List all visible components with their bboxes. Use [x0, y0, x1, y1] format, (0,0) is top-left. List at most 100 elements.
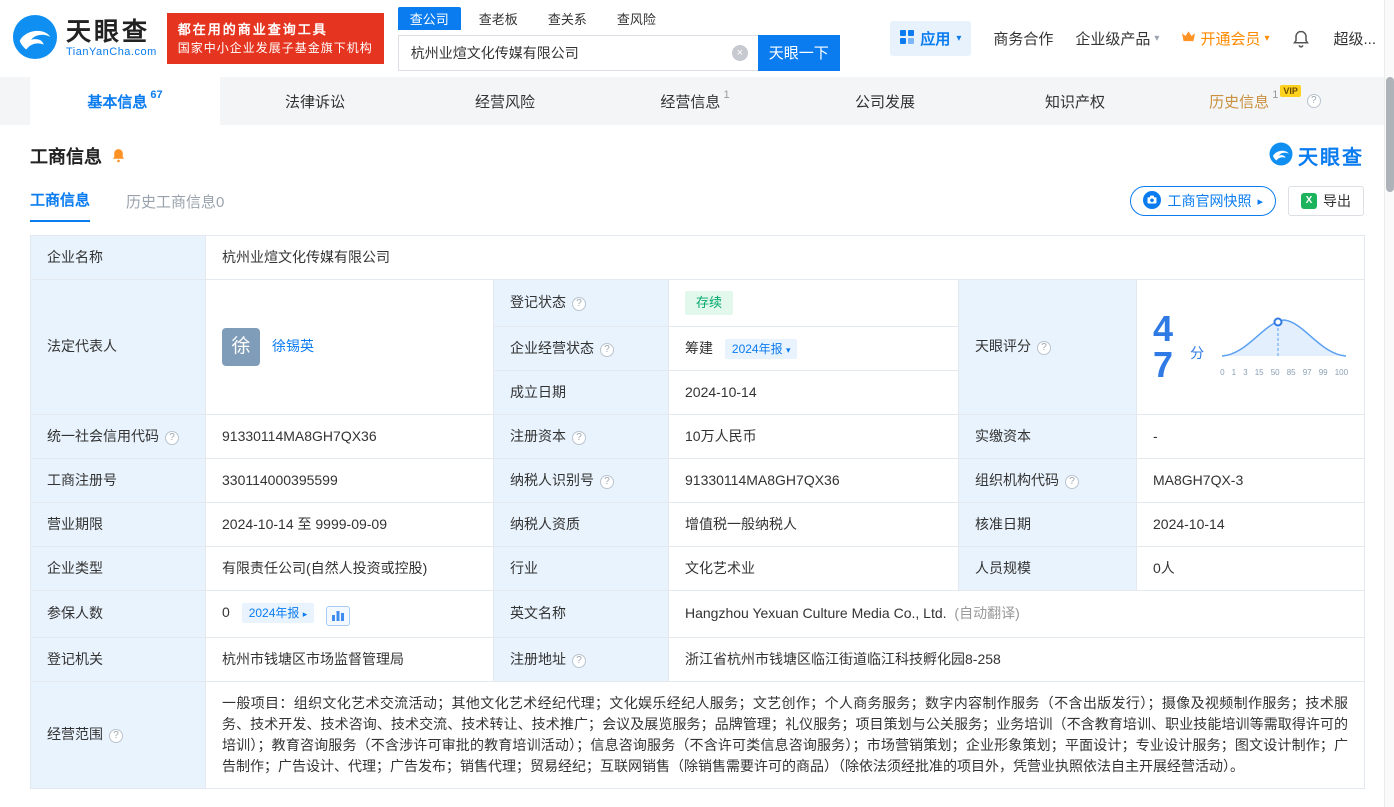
field-value-approval-date: 2024-10-14	[1137, 502, 1365, 546]
tab-operation-risk[interactable]: 经营风险	[410, 77, 600, 125]
field-value-english-name: Hangzhou Yexuan Culture Media Co., Ltd. …	[669, 590, 1365, 637]
apps-grid-icon	[900, 30, 914, 48]
annual-report-badge[interactable]: 2024年报 ▾	[725, 339, 798, 359]
field-label-reg-address: 注册地址?	[494, 637, 669, 681]
tianyancha-watermark: 天眼查	[1269, 141, 1364, 170]
field-label-operating-status: 企业经营状态?	[494, 326, 669, 370]
monitor-bell-icon[interactable]	[110, 147, 127, 164]
help-icon[interactable]: ?	[1037, 341, 1051, 355]
excel-icon: X	[1301, 193, 1317, 209]
tab-basic-info[interactable]: 基本信息67	[30, 77, 220, 125]
search-tab-boss[interactable]: 查老板	[467, 7, 530, 30]
nav-open-vip[interactable]: 开通会员 ▾	[1181, 28, 1269, 49]
help-icon[interactable]: ?	[572, 431, 586, 445]
caret-down-icon: ▾	[1264, 33, 1269, 44]
tianyancha-logo[interactable]: 天眼查 TianYanCha.com	[12, 14, 157, 63]
section-title: 工商信息	[30, 143, 102, 169]
export-button[interactable]: X 导出	[1288, 186, 1364, 216]
annual-report-badge[interactable]: 2024年报 ▸	[242, 603, 315, 623]
field-value-paid-capital: -	[1137, 414, 1365, 458]
field-label-business-term: 营业期限	[31, 502, 206, 546]
field-label-approval-date: 核准日期	[959, 502, 1137, 546]
search-tab-relation[interactable]: 查关系	[536, 7, 599, 30]
tab-intellectual-property[interactable]: 知识产权	[980, 77, 1170, 125]
field-label-establish-date: 成立日期	[494, 370, 669, 414]
help-icon[interactable]: ?	[1065, 475, 1079, 489]
search-area: 查公司 查老板 查关系 查风险 × 天眼一下	[398, 7, 840, 71]
tab-company-development[interactable]: 公司发展	[790, 77, 980, 125]
help-icon[interactable]: ?	[600, 475, 614, 489]
tianyancha-logo-icon	[12, 14, 58, 63]
official-snapshot-button[interactable]: 工商官网快照 ▸	[1130, 186, 1276, 216]
field-label-reg-status: 登记状态?	[494, 280, 669, 327]
vip-badge: VIP	[1280, 85, 1301, 97]
help-icon[interactable]: ?	[572, 297, 586, 311]
help-icon[interactable]: ?	[600, 343, 614, 357]
field-label-company-name: 企业名称	[31, 236, 206, 280]
field-value-insured-count: 0 2024年报 ▸	[206, 590, 494, 637]
help-icon[interactable]: ?	[165, 431, 179, 445]
field-value-reg-capital: 10万人民币	[669, 414, 959, 458]
brand-name: 天眼查	[66, 19, 157, 47]
top-header: 天眼查 TianYanCha.com 都在用的商业查询工具 国家中小企业发展子基…	[0, 0, 1394, 77]
subtab-business-info[interactable]: 工商信息	[30, 189, 90, 222]
legal-rep-avatar[interactable]: 徐	[222, 328, 260, 366]
business-info-table: 企业名称 杭州业煊文化传媒有限公司 法定代表人 徐 徐锡英 登记状态? 存续 天…	[30, 235, 1365, 789]
field-label-reg-capital: 注册资本?	[494, 414, 669, 458]
tab-legal-proceedings[interactable]: 法律诉讼	[220, 77, 410, 125]
nav-business-cooperation[interactable]: 商务合作	[993, 28, 1053, 49]
clear-search-icon[interactable]: ×	[732, 45, 748, 61]
legal-rep-link[interactable]: 徐锡英	[272, 336, 314, 357]
field-label-reg-number: 工商注册号	[31, 458, 206, 502]
field-label-english-name: 英文名称	[494, 590, 669, 637]
field-value-industry: 文化艺术业	[669, 546, 959, 590]
search-tab-risk[interactable]: 查风险	[605, 7, 668, 30]
field-value-credit-code: 91330114MA8GH7QX36	[206, 414, 494, 458]
promo-banner: 都在用的商业查询工具 国家中小企业发展子基金旗下机构	[167, 13, 384, 65]
field-value-business-term: 2024-10-14 至 9999-09-09	[206, 502, 494, 546]
field-label-legal-rep: 法定代表人	[31, 280, 206, 415]
camera-icon	[1143, 191, 1161, 212]
field-value-org-code: MA8GH7QX-3	[1137, 458, 1365, 502]
promo-line2: 国家中小企业发展子基金旗下机构	[178, 39, 373, 57]
help-icon[interactable]: ?	[109, 729, 123, 743]
apps-menu-label: 应用	[920, 28, 950, 49]
field-value-establish-date: 2024-10-14	[669, 370, 959, 414]
nav-super-vip[interactable]: 超级...	[1333, 28, 1376, 49]
score-axis: 0131550859799100	[1220, 367, 1348, 379]
field-value-reg-authority: 杭州市钱塘区市场监督管理局	[206, 637, 494, 681]
field-value-reg-address: 浙江省杭州市钱塘区临江街道临江科技孵化园8-258	[669, 637, 1365, 681]
nav-enterprise-products[interactable]: 企业级产品 ▾	[1075, 28, 1159, 49]
field-value-taxpayer-id: 91330114MA8GH7QX36	[669, 458, 959, 502]
caret-down-icon: ▾	[1154, 33, 1159, 44]
score-widget[interactable]: 47 分 0131550859799100	[1153, 311, 1348, 383]
field-label-reg-authority: 登记机关	[31, 637, 206, 681]
tab-operation-info[interactable]: 经营信息1	[600, 77, 790, 125]
search-button[interactable]: 天眼一下	[758, 35, 840, 71]
field-label-insured-count: 参保人数	[31, 590, 206, 637]
caret-down-icon: ▾	[786, 345, 791, 355]
field-value-company-name: 杭州业煊文化传媒有限公司	[206, 236, 1365, 280]
search-tab-company[interactable]: 查公司	[398, 7, 461, 30]
field-value-staff-size: 0人	[1137, 546, 1365, 590]
apps-menu[interactable]: 应用 ▾	[890, 21, 971, 56]
field-value-company-type: 有限责任公司(自然人投资或控股)	[206, 546, 494, 590]
tab-history-info[interactable]: 历史信息 1 VIP ?	[1170, 77, 1360, 125]
field-label-industry: 行业	[494, 546, 669, 590]
help-icon[interactable]: ?	[572, 654, 586, 668]
score-unit: 分	[1190, 343, 1204, 364]
compare-icon[interactable]	[326, 606, 350, 626]
field-label-business-scope: 经营范围?	[31, 681, 206, 788]
scrollbar-track	[1384, 0, 1394, 807]
arrow-right-icon: ▸	[303, 609, 308, 619]
notification-bell-icon[interactable]	[1291, 29, 1311, 49]
scrollbar-thumb[interactable]	[1386, 77, 1394, 192]
company-nav-tabs: 基本信息67 法律诉讼 经营风险 经营信息1 公司发展 知识产权 历史信息 1 …	[0, 77, 1394, 125]
help-icon[interactable]: ?	[1307, 94, 1321, 108]
search-tabs: 查公司 查老板 查关系 查风险	[398, 7, 840, 30]
subtab-history-business-info[interactable]: 历史工商信息0	[126, 191, 224, 222]
search-input[interactable]	[398, 35, 758, 71]
status-badge: 存续	[685, 291, 733, 315]
field-label-org-code: 组织机构代码?	[959, 458, 1137, 502]
arrow-right-icon: ▸	[1257, 195, 1263, 208]
